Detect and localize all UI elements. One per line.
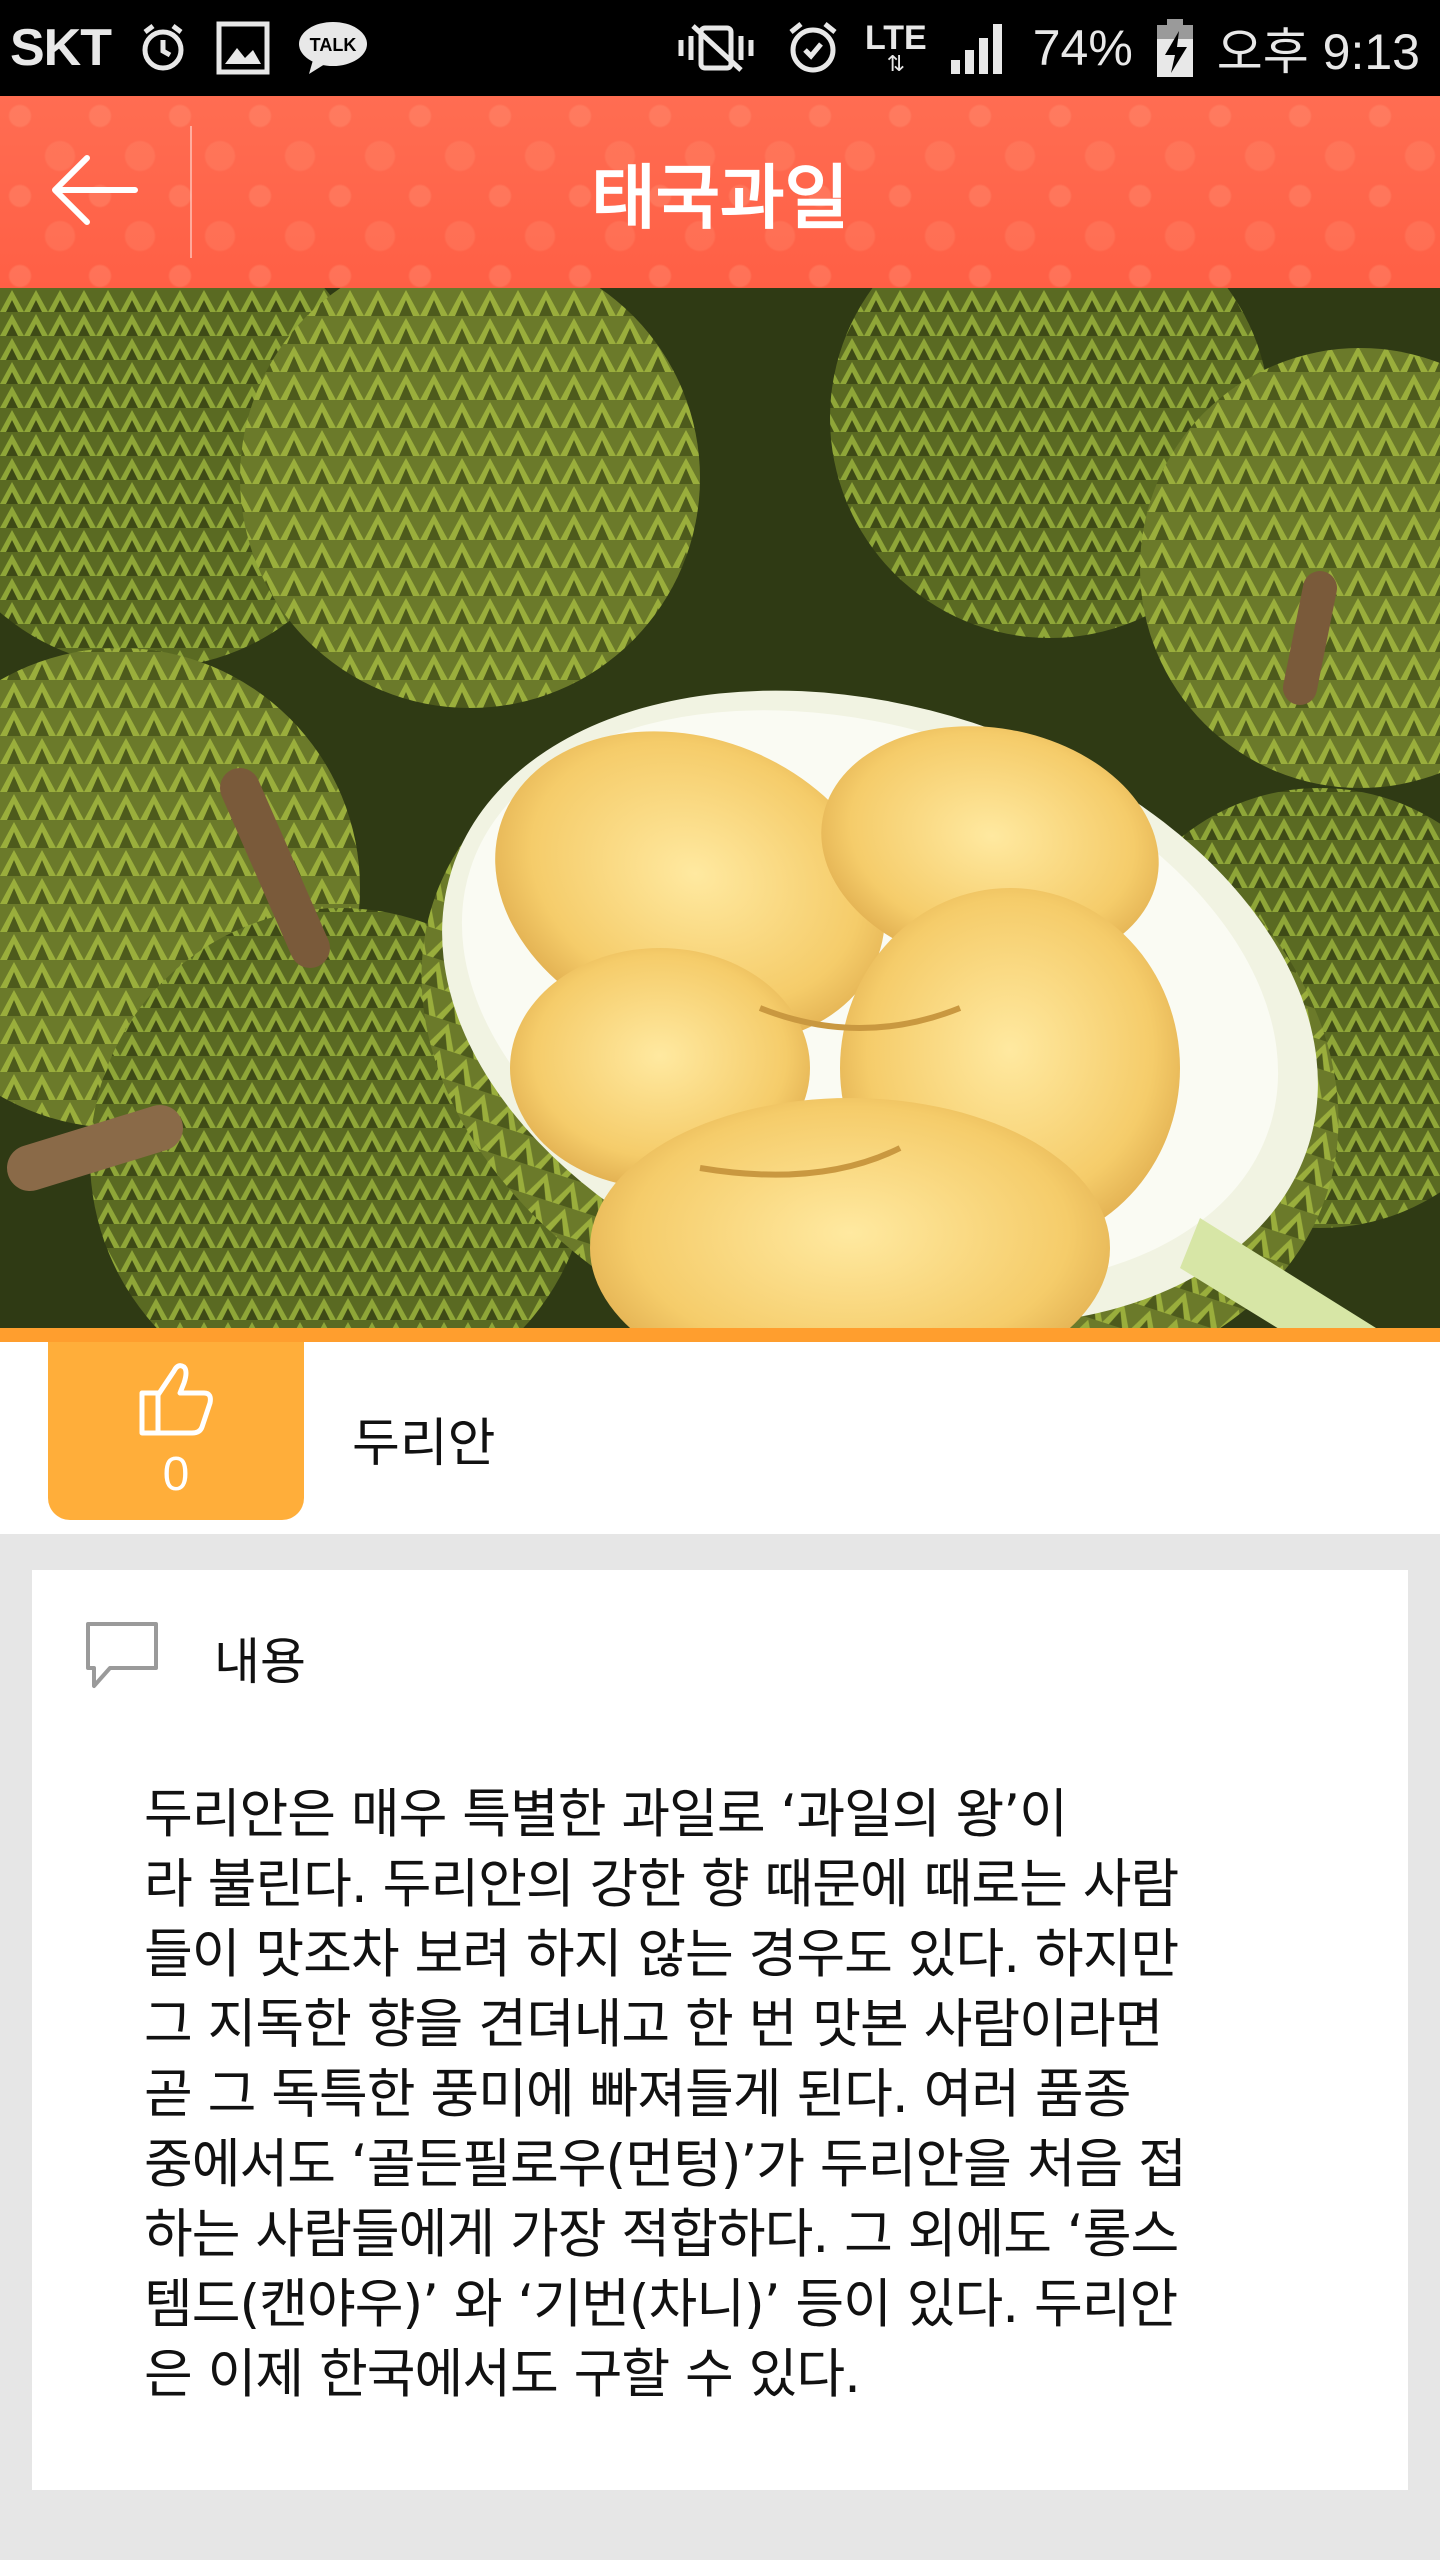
back-button[interactable] bbox=[0, 96, 190, 288]
content-label: 내용 bbox=[214, 1633, 306, 1691]
battery-charging-icon bbox=[1155, 17, 1195, 79]
carrier-label: SKT bbox=[10, 19, 112, 77]
thumbs-up-icon bbox=[136, 1361, 216, 1441]
app-header: 태국과일 bbox=[0, 96, 1440, 288]
speech-bubble-icon bbox=[84, 1620, 160, 1696]
content-body: 두리안은 매우 특별한 과일로 ‘과일의 왕’이 라 불린다. 두리안의 강한 … bbox=[144, 1784, 1187, 2405]
content-card: 내용 두리안은 매우 특별한 과일로 ‘과일의 왕’이 라 불린다. 두리안의 … bbox=[32, 1570, 1408, 2490]
alarm-icon bbox=[137, 22, 189, 74]
like-count: 0 bbox=[162, 1447, 190, 1501]
clock-time: 오후 9:13 bbox=[1216, 24, 1420, 80]
signal-icon bbox=[949, 20, 1011, 76]
page-title: 태국과일 bbox=[591, 156, 849, 239]
kakaotalk-icon: TALK bbox=[297, 20, 369, 76]
lte-icon: LTE ⇅ bbox=[865, 19, 927, 76]
item-name: 두리안 bbox=[352, 1413, 496, 1474]
content-header: 내용 bbox=[84, 1620, 306, 1696]
status-bar: SKT TALK LTE ⇅ 74% 오후 9:13 bbox=[0, 0, 1440, 96]
gallery-icon bbox=[215, 20, 271, 76]
back-arrow-icon bbox=[47, 150, 143, 234]
alarm-clock-icon bbox=[783, 20, 843, 76]
accent-strip bbox=[0, 1328, 1440, 1342]
battery-percent: 74% bbox=[1032, 20, 1133, 76]
vibrate-icon bbox=[671, 22, 761, 74]
like-button[interactable]: 0 bbox=[48, 1342, 304, 1520]
svg-text:TALK: TALK bbox=[310, 35, 357, 55]
header-divider bbox=[190, 126, 192, 258]
durian-photo bbox=[0, 288, 1440, 1328]
item-title-row: 0 두리안 bbox=[0, 1342, 1440, 1534]
